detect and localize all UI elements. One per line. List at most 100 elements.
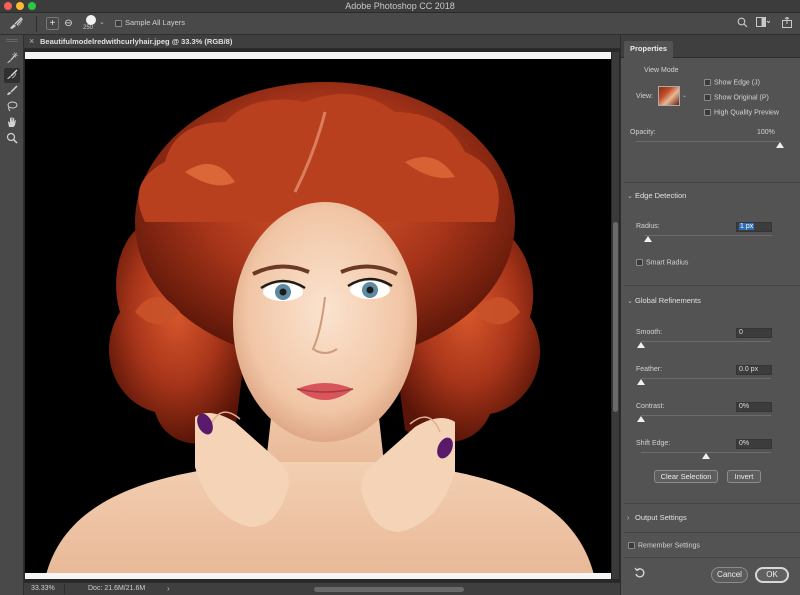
clear-selection-button[interactable]: Clear Selection: [654, 470, 718, 483]
view-mode-thumbnail[interactable]: [658, 86, 680, 106]
shift-edge-input[interactable]: 0%: [736, 439, 772, 449]
refine-edge-brush-icon[interactable]: [6, 16, 26, 32]
global-refinements-header[interactable]: ⌄ Global Refinements: [627, 296, 701, 305]
global-refinements-heading: Global Refinements: [635, 296, 701, 305]
show-edge-checkbox[interactable]: Show Edge (J): [704, 79, 760, 86]
section-divider: [624, 503, 800, 504]
share-icon[interactable]: [782, 16, 792, 32]
brush-icon[interactable]: [4, 84, 20, 99]
smart-radius-label: Smart Radius: [646, 259, 689, 267]
options-bar: + ⊖ 250 ⌄ Sample All Layers: [0, 13, 800, 35]
invert-button[interactable]: Invert: [727, 470, 761, 483]
status-bar: 33.33% Doc: 21.6M/21.6M ›: [24, 582, 620, 595]
smooth-input[interactable]: 0: [736, 328, 772, 338]
status-menu-arrow[interactable]: ›: [167, 584, 170, 593]
contrast-input[interactable]: 0%: [736, 402, 772, 412]
edge-detection-header[interactable]: ⌄ Edge Detection: [627, 191, 686, 200]
reset-icon[interactable]: [634, 567, 646, 582]
canvas-edge-bottom: [25, 573, 611, 579]
checkbox-icon: [704, 79, 711, 86]
section-divider: [624, 285, 800, 286]
chevron-down-icon[interactable]: ⌄: [99, 18, 105, 26]
section-divider: [624, 182, 800, 183]
checkbox-icon: [628, 542, 635, 549]
chevron-down-icon[interactable]: ⌄: [682, 92, 687, 99]
checkbox-icon: [636, 259, 643, 266]
sample-all-layers-checkbox[interactable]: Sample All Layers: [115, 18, 185, 27]
opacity-slider-track[interactable]: [636, 141, 780, 142]
sample-all-layers-label: Sample All Layers: [125, 18, 186, 27]
properties-panel: Properties View Mode View: ⌄ Show Edge (…: [620, 35, 800, 595]
checkbox-icon: [115, 19, 122, 27]
feather-input[interactable]: 0.0 px: [736, 365, 772, 375]
show-original-label: Show Original (P): [714, 94, 769, 102]
radius-input[interactable]: 1 px: [736, 222, 772, 232]
smooth-slider-track[interactable]: [641, 341, 771, 342]
properties-content: View Mode View: ⌄ Show Edge (J) Show Ori…: [624, 58, 800, 595]
radius-slider-knob[interactable]: [643, 236, 652, 242]
contrast-slider-track[interactable]: [641, 415, 771, 416]
opacity-label: Opacity:: [630, 129, 656, 136]
app-title: Adobe Photoshop CC 2018: [345, 1, 455, 11]
options-separator: [36, 16, 37, 32]
checkbox-icon: [704, 94, 711, 101]
shift-edge-slider-knob[interactable]: [702, 453, 710, 459]
edge-detection-heading: Edge Detection: [635, 191, 687, 200]
refine-edge-brush-icon[interactable]: [4, 68, 20, 83]
remember-settings-checkbox[interactable]: Remember Settings: [628, 542, 700, 549]
scrollbar-thumb[interactable]: [613, 222, 618, 412]
view-label: View:: [636, 93, 653, 100]
show-edge-label: Show Edge (J): [714, 79, 760, 87]
close-icon[interactable]: ×: [29, 36, 34, 46]
section-divider: [624, 557, 800, 558]
minus-circle-icon: ⊖: [64, 18, 73, 29]
checkbox-icon: [704, 109, 711, 116]
image-canvas[interactable]: [25, 52, 611, 579]
feather-slider-knob[interactable]: [637, 379, 645, 385]
tools-panel: [0, 35, 24, 595]
contrast-slider-knob[interactable]: [637, 416, 645, 422]
search-icon[interactable]: [737, 17, 748, 32]
high-quality-preview-label: High Quality Preview: [714, 109, 779, 117]
show-original-checkbox[interactable]: Show Original (P): [704, 94, 769, 101]
lasso-icon[interactable]: [4, 100, 20, 115]
smooth-label: Smooth:: [636, 329, 663, 336]
doc-size-info: Doc: 21.6M/21.6M: [88, 585, 146, 592]
hand-icon[interactable]: [4, 116, 20, 131]
title-bar: Adobe Photoshop CC 2018: [0, 0, 800, 13]
view-mode-heading: View Mode: [644, 67, 679, 74]
shift-edge-label: Shift Edge:: [636, 440, 671, 447]
zoom-level[interactable]: 33.33%: [31, 585, 55, 592]
chevron-down-icon: ⌄: [627, 298, 633, 305]
horizontal-scrollbar-thumb[interactable]: [314, 587, 464, 592]
opacity-slider-knob[interactable]: [776, 142, 784, 148]
radius-value: 1 px: [739, 223, 755, 230]
section-divider: [624, 532, 800, 533]
zoom-icon[interactable]: [4, 132, 20, 147]
quick-selection-icon[interactable]: [4, 52, 20, 67]
panel-grip[interactable]: [6, 39, 18, 42]
subtract-from-selection-button[interactable]: ⊖: [62, 17, 75, 30]
output-settings-header[interactable]: › Output Settings: [627, 513, 687, 522]
high-quality-preview-checkbox[interactable]: High Quality Preview: [704, 109, 779, 116]
portrait-image: [45, 82, 595, 579]
contrast-label: Contrast:: [636, 403, 665, 410]
opacity-value[interactable]: 100%: [757, 129, 775, 136]
feather-label: Feather:: [636, 366, 663, 373]
brush-preset-icon[interactable]: [86, 15, 96, 25]
ok-button[interactable]: OK: [755, 567, 789, 583]
feather-slider-track[interactable]: [641, 378, 771, 379]
vertical-scrollbar[interactable]: [612, 52, 619, 579]
smooth-slider-knob[interactable]: [637, 342, 645, 348]
status-separator: [64, 584, 65, 594]
radius-slider-track[interactable]: [644, 235, 772, 236]
cancel-button[interactable]: Cancel: [711, 567, 748, 583]
add-to-selection-button[interactable]: +: [46, 17, 59, 30]
remember-settings-label: Remember Settings: [638, 542, 700, 550]
workspace-icon[interactable]: [756, 17, 771, 32]
document-tab[interactable]: × Beautifulmodelredwithcurlyhair.jpeg @ …: [24, 35, 620, 49]
document-title: Beautifulmodelredwithcurlyhair.jpeg @ 33…: [40, 37, 233, 46]
tab-properties[interactable]: Properties: [624, 41, 674, 58]
chevron-down-icon: ⌄: [627, 193, 633, 200]
smart-radius-checkbox[interactable]: Smart Radius: [636, 259, 688, 266]
